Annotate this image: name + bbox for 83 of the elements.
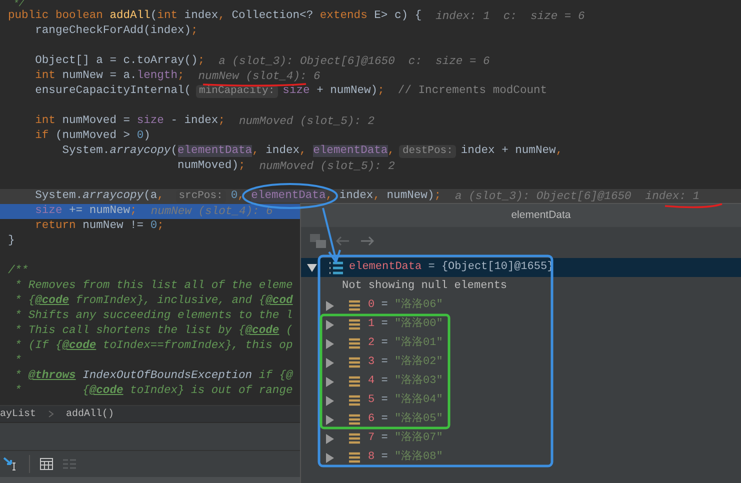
array-element: 5 = "洛洛04" [368, 392, 443, 408]
expand-arrow-icon[interactable] [325, 414, 335, 424]
array-element: 4 = "洛洛03" [368, 373, 443, 390]
field-icon [349, 452, 360, 463]
expand-arrow-icon[interactable] [325, 434, 335, 444]
field-icon [349, 395, 360, 406]
code-text: * @throws IndexOutOfBoundsException if {@ [14, 369, 293, 384]
code-text: rangeCheckForAdd(index); [34, 24, 198, 39]
code-text: int numNew = a.length; [34, 69, 184, 84]
field-icon [349, 338, 360, 349]
code-text: if (numMoved > 0) [34, 129, 150, 144]
array-element: 0 = "洛洛06" [368, 297, 443, 314]
expand-arrow-icon[interactable] [325, 320, 335, 330]
inline-value: numMoved (slot_5): 2 [259, 160, 395, 172]
code-text: * (If {@code toIndex==fromIndex}, this op [14, 339, 293, 354]
code-text: public boolean addAll(int index, Collection<? extends E> c) { [8, 9, 422, 24]
inline-value: a (slot_3): Object[6]@1650 [455, 190, 632, 202]
null-elements-note: Not showing null elements [342, 279, 508, 294]
code-text: size += numNew; [34, 204, 137, 219]
code-text: * [14, 354, 22, 369]
code-text: * {@code fromIndex}, inclusive, and {@cod [14, 294, 293, 309]
expand-arrow-icon[interactable] [325, 452, 335, 462]
expand-arrow-icon[interactable] [325, 358, 335, 368]
expand-arrow-icon[interactable] [325, 376, 335, 386]
code-text: } [8, 234, 15, 249]
field-icon [349, 357, 360, 368]
pointer-arrow [322, 208, 341, 264]
code-text: * Removes from this list all of the eleme [14, 279, 293, 294]
tree-row[interactable]: 5 = "洛洛04" [301, 391, 741, 410]
tree-row[interactable]: 8 = "洛洛08" [301, 448, 741, 467]
forward-arrow-icon[interactable] [360, 236, 374, 246]
tree-row[interactable]: 6 = "洛洛05" [301, 410, 741, 429]
tree-row[interactable]: 7 = "洛洛07" [301, 429, 741, 448]
code-text: Object[] a = c.toArray(); [34, 54, 205, 69]
tree-row[interactable]: 3 = "洛洛02" [301, 353, 741, 372]
field-icon [349, 376, 360, 387]
code-text: numMoved); [176, 159, 246, 174]
code-text: return numNew != 0; [34, 219, 164, 234]
field-icon [349, 433, 360, 444]
code-text: * Shifts any succeeding elements to the l [14, 309, 293, 324]
expand-arrow-icon[interactable] [325, 396, 335, 406]
chevron-icon [48, 410, 54, 418]
code-text: 0, elementData, index, numNew); [230, 189, 442, 204]
array-element: 6 = "洛洛05" [368, 411, 443, 428]
array-element: 2 = "洛洛01" [368, 335, 443, 352]
inline-value: numNew (slot_4): 6 [198, 70, 320, 82]
inline-value: index: 1 [645, 190, 700, 202]
code-text: * {@code toIndex} is out of range [14, 384, 293, 399]
tree-row[interactable]: 1 = "洛洛00" [301, 315, 741, 334]
tree-row[interactable]: 2 = "洛洛01" [301, 334, 741, 353]
code-text: * This call shortens the list by {@code ( [14, 324, 293, 339]
array-element: 3 = "洛洛02" [368, 354, 443, 370]
tree-row[interactable]: 4 = "洛洛03" [301, 372, 741, 391]
code-text: System.arraycopy(elementData, index, elementData, [61, 144, 394, 159]
array-icon [329, 260, 343, 274]
expand-arrow-icon[interactable] [325, 300, 335, 310]
code-text: int numMoved = size - index; [34, 114, 225, 129]
popup-title: elementData [511, 208, 571, 223]
breadcrumb-item[interactable]: addAll() [66, 406, 114, 422]
field-icon [349, 300, 360, 311]
parameter-hint: destPos: [399, 145, 456, 158]
frames-icon[interactable] [310, 234, 326, 248]
field-icon [349, 319, 360, 330]
variable-entry: elementData = {Object[10]@1655} [349, 260, 554, 276]
collapse-arrow-icon[interactable] [307, 262, 317, 272]
inline-value: numMoved (slot_5): 2 [238, 116, 375, 128]
field-icon [349, 414, 360, 425]
array-element: 7 = "洛洛07" [368, 430, 443, 446]
tree-row[interactable]: elementData = {Object[10]@1655} [301, 258, 741, 277]
expand-arrow-icon[interactable] [325, 338, 335, 348]
table-icon[interactable] [40, 458, 53, 470]
code-text: System.arraycopy(a, [34, 189, 165, 204]
tree-row[interactable]: 0 = "洛洛06" [301, 296, 741, 315]
breadcrumb-item[interactable]: ayList [0, 406, 36, 422]
inline-value: index: 1 c: size = 6 [436, 10, 585, 22]
code-text: index + numNew, [460, 144, 563, 159]
inline-value: a (slot_3): Object[6]@1650 c: size = 6 [218, 56, 490, 68]
array-element: 8 = "洛洛08" [368, 449, 443, 466]
array-element: 1 = "洛洛00" [368, 316, 443, 332]
code-text: /** [8, 264, 28, 279]
code-text: ensureCapacityInternal( [34, 84, 192, 99]
code-text: size + numNew); // Increments modCount [282, 84, 548, 99]
hand-drawn-underline [664, 203, 722, 208]
